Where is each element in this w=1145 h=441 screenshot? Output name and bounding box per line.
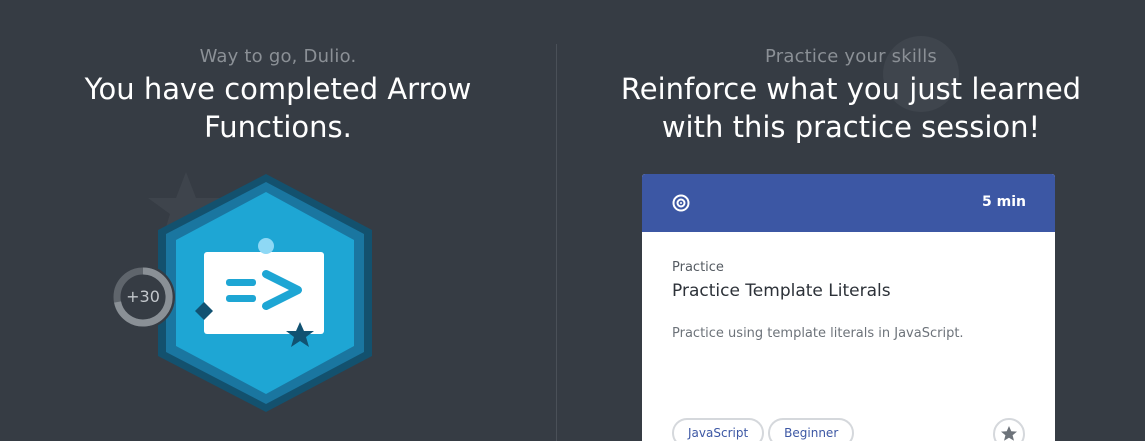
tag-beginner[interactable]: Beginner bbox=[768, 418, 855, 441]
badge-dot bbox=[258, 238, 274, 254]
completion-headline-line1: You have completed Arrow bbox=[84, 72, 472, 106]
practice-card-header: 5 min bbox=[642, 174, 1055, 232]
practice-card[interactable]: 5 min Practice Practice Template Literal… bbox=[642, 174, 1055, 441]
bookmark-star-icon bbox=[1001, 426, 1017, 441]
practice-panel: Practice your skills Reinforce what you … bbox=[557, 0, 1145, 441]
practice-eyebrow: Practice your skills bbox=[765, 46, 937, 67]
card-description: Practice using template literals in Java… bbox=[672, 326, 964, 341]
practice-card-body: Practice Practice Template Literals Prac… bbox=[642, 232, 1055, 341]
completion-panel: Way to go, Dulio. You have completed Arr… bbox=[0, 0, 556, 441]
card-type-label: Practice bbox=[672, 260, 724, 275]
greeting-text: Way to go, Dulio. bbox=[199, 46, 357, 67]
practice-headline-line1: Reinforce what you just learned bbox=[620, 72, 1082, 106]
duration-label: 5 min bbox=[982, 194, 1026, 210]
practice-headline-line2: with this practice session! bbox=[661, 110, 1041, 144]
xp-points-label: +30 bbox=[126, 287, 160, 306]
completion-headline-line2: Functions. bbox=[204, 110, 352, 144]
completion-headline: You have completed Arrow Functions. bbox=[0, 70, 556, 146]
tag-list: JavaScript Beginner bbox=[672, 418, 858, 441]
tag-javascript[interactable]: JavaScript bbox=[672, 418, 765, 441]
badge-code-card bbox=[204, 252, 324, 334]
card-title[interactable]: Practice Template Literals bbox=[672, 281, 1025, 301]
completion-screen: Way to go, Dulio. You have completed Arr… bbox=[0, 0, 1145, 441]
target-icon bbox=[672, 194, 690, 212]
practice-headline: Reinforce what you just learned with thi… bbox=[557, 70, 1145, 146]
course-badge: +30 bbox=[108, 168, 388, 418]
bookmark-button[interactable] bbox=[993, 418, 1025, 441]
